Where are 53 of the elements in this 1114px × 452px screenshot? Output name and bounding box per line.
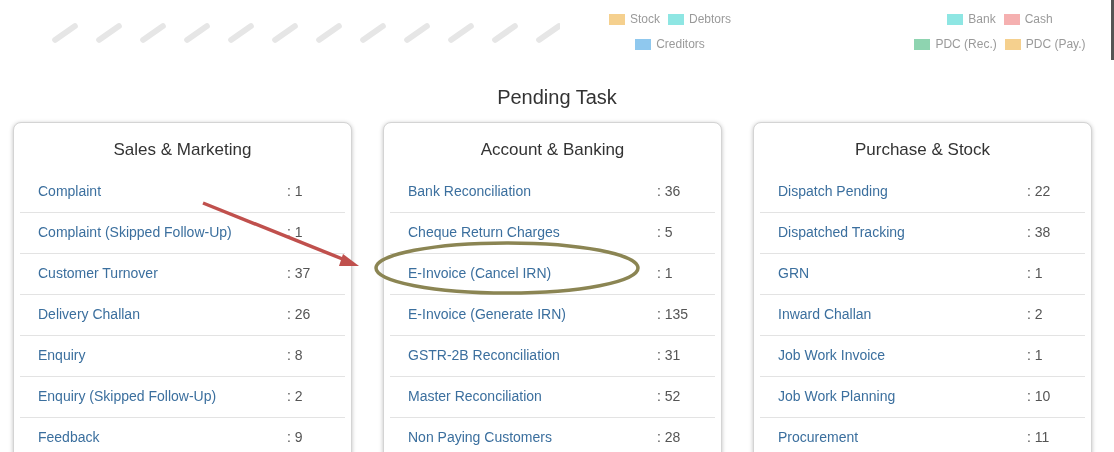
task-count: : 28 — [657, 428, 682, 447]
legend-label: Stock — [629, 11, 660, 28]
legend-label: Cash — [1024, 11, 1053, 28]
task-count: : 1 — [287, 181, 304, 201]
task-link[interactable]: Dispatched Tracking — [778, 222, 905, 243]
task-count: : 135 — [657, 305, 690, 324]
task-link[interactable]: E-Invoice (Generate IRN) — [408, 304, 566, 325]
legend-label: PDC (Rec.) — [935, 36, 997, 53]
task-count: : 1 — [1027, 346, 1044, 365]
task-link[interactable]: Bank Reconciliation — [408, 180, 531, 202]
task-count: : 22 — [1027, 181, 1052, 201]
task-count: : 1 — [287, 223, 304, 242]
task-count: : 2 — [1027, 305, 1044, 324]
task-link[interactable]: E-Invoice (Cancel IRN) — [408, 263, 552, 284]
task-count: : 8 — [287, 346, 304, 365]
task-count: : 5 — [657, 223, 674, 242]
task-count: : 52 — [657, 387, 682, 406]
task-count: : 37 — [287, 264, 312, 283]
task-link[interactable]: GRN — [778, 263, 810, 284]
legend-label: Bank — [968, 11, 996, 28]
task-count: : 2 — [287, 387, 304, 406]
task-count: : 38 — [1027, 223, 1052, 242]
panel-title: Account & Banking — [480, 140, 625, 159]
task-link[interactable]: Enquiry (Skipped Follow-Up) — [38, 386, 217, 407]
task-link[interactable]: Inward Challan — [778, 304, 872, 325]
task-link[interactable]: Complaint (Skipped Follow-Up) — [38, 222, 232, 243]
task-link[interactable]: Job Work Planning — [778, 386, 896, 407]
task-link[interactable]: Dispatch Pending — [778, 180, 888, 202]
task-count: : 10 — [1027, 387, 1052, 406]
legend-label: PDC (Pay.) — [1025, 36, 1086, 53]
task-link[interactable]: GSTR-2B Reconciliation — [408, 345, 560, 366]
task-count: : 31 — [657, 346, 682, 365]
task-count: : 1 — [1027, 264, 1044, 283]
task-count: : 26 — [287, 305, 312, 324]
section-title: Pending Task — [497, 85, 617, 110]
task-link[interactable]: Enquiry — [38, 345, 86, 366]
task-count: : 11 — [1027, 428, 1051, 447]
task-count: : 36 — [657, 181, 682, 201]
task-count: : 9 — [287, 428, 304, 447]
task-link[interactable]: Feedback — [38, 427, 100, 448]
panel-title: Purchase & Stock — [854, 140, 991, 159]
task-link[interactable]: Customer Turnover — [38, 263, 158, 284]
task-link[interactable]: Complaint — [38, 180, 102, 202]
task-link[interactable]: Procurement — [778, 427, 859, 448]
panel-title: Sales & Marketing — [113, 140, 252, 159]
task-link[interactable]: Cheque Return Charges — [408, 222, 560, 243]
legend-label: Creditors — [656, 36, 705, 53]
task-count: : 1 — [657, 264, 674, 283]
legend-label: Debtors — [689, 11, 731, 28]
task-link[interactable]: Delivery Challan — [38, 304, 140, 325]
task-link[interactable]: Job Work Invoice — [778, 345, 886, 366]
task-link[interactable]: Master Reconciliation — [408, 386, 542, 407]
task-link[interactable]: Non Paying Customers — [408, 427, 552, 448]
